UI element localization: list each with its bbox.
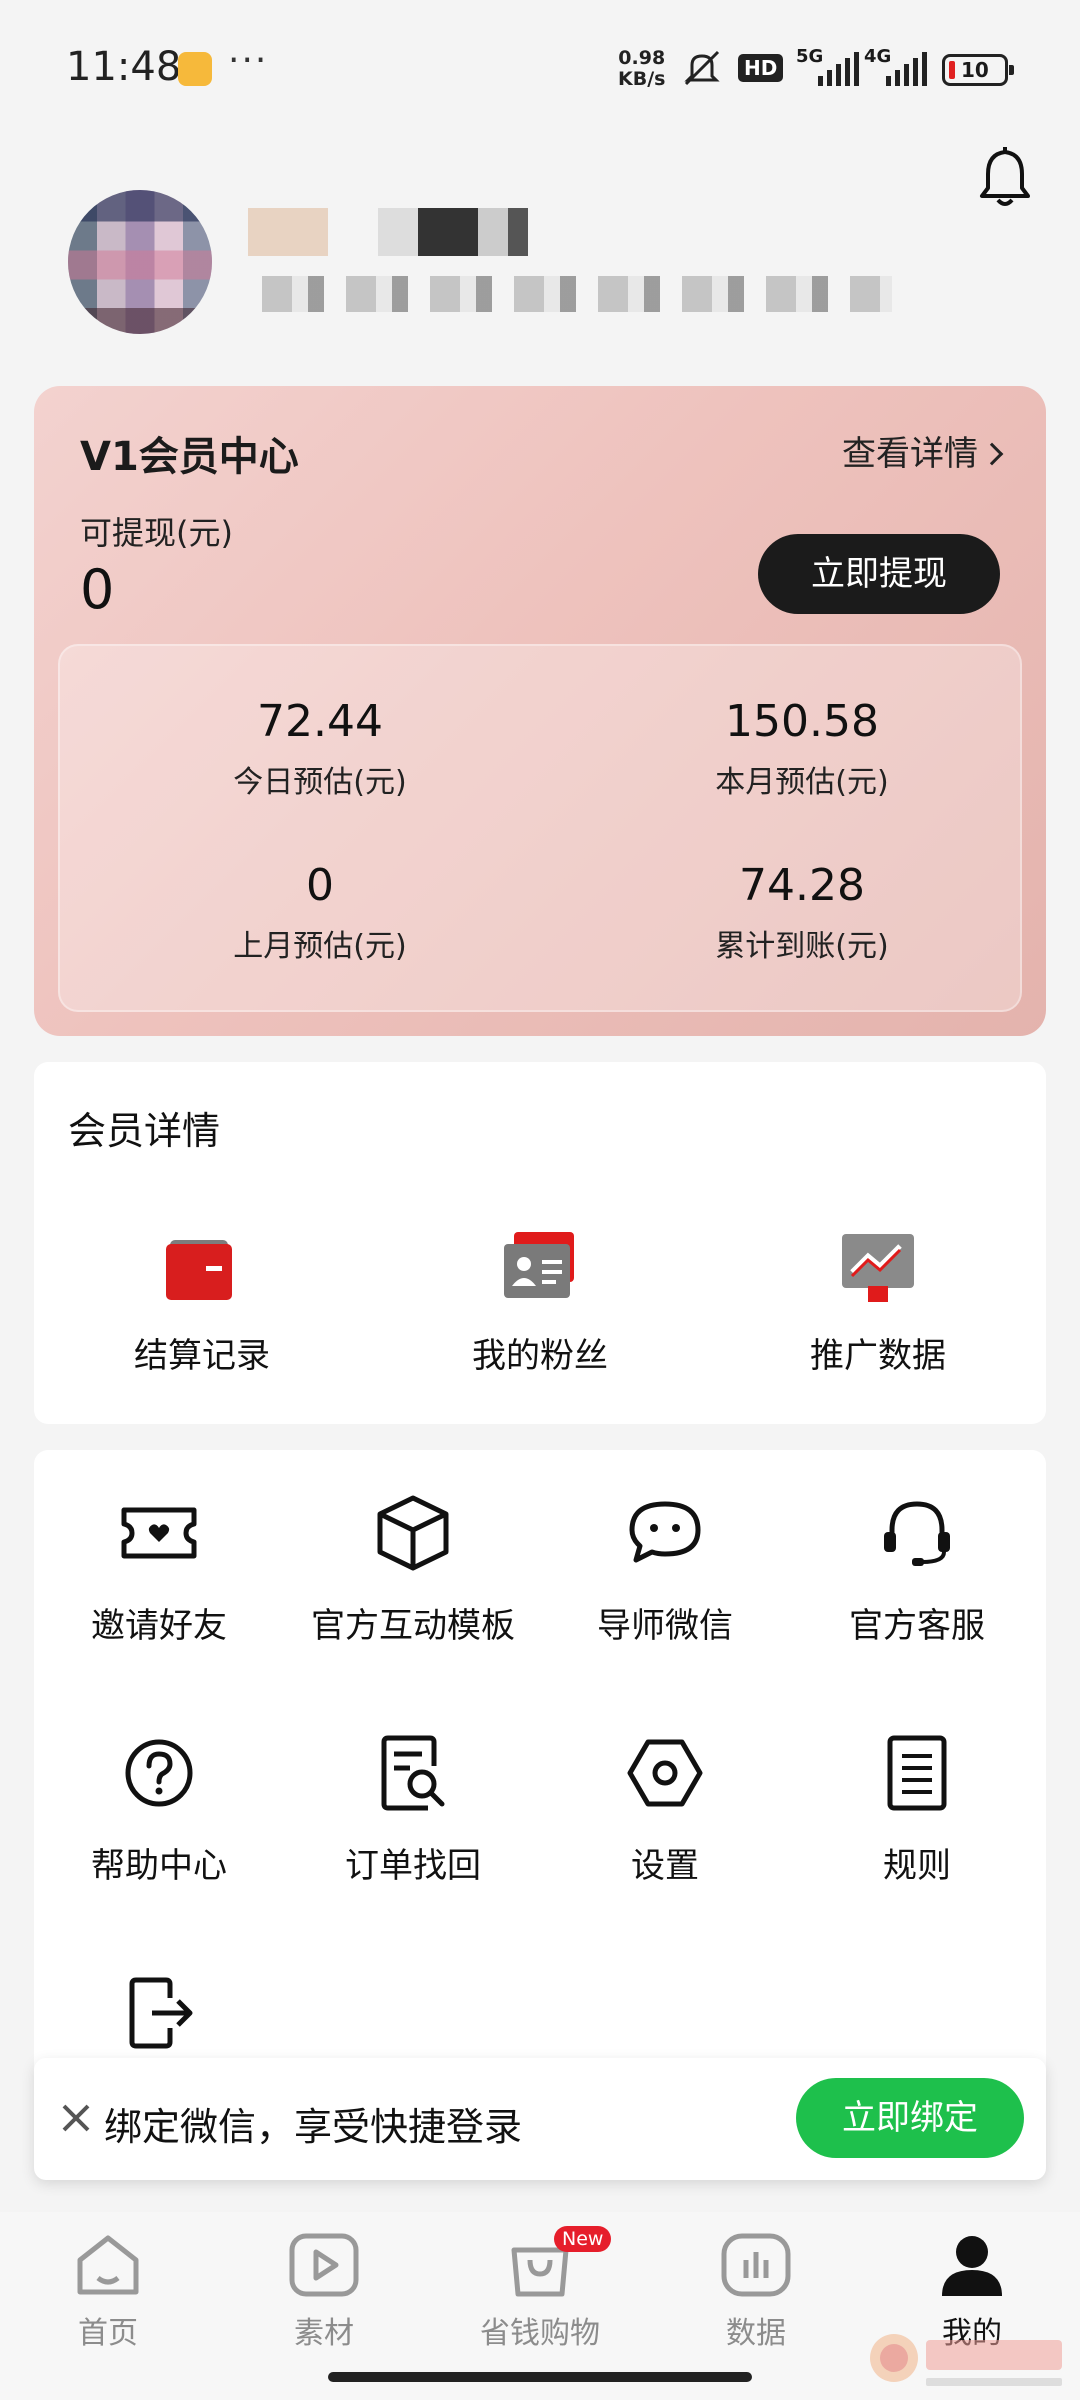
stat-total-received: 74.28 累计到账(元)	[622, 860, 982, 965]
network-speed: 0.98 KB/s	[618, 48, 665, 90]
tools-card: 邀请好友 官方互动模板 导师微信 官方客服 帮助中心 订单找回 设置 规则	[34, 1450, 1046, 2090]
nav-data[interactable]: 数据	[666, 2230, 846, 2352]
settings-label: 设置	[631, 1846, 699, 1886]
withdrawable-label: 可提现(元)	[80, 514, 233, 552]
id-card-icon	[504, 1232, 574, 1298]
stat-value: 0	[306, 860, 334, 911]
customer-service-label: 官方客服	[849, 1606, 985, 1646]
stat-today-estimate: 72.44 今日预估(元)	[140, 696, 500, 801]
stat-value: 74.28	[739, 860, 865, 911]
hd-badge: HD	[738, 54, 784, 82]
profile-name-redacted	[248, 208, 548, 256]
battery-icon: 10	[942, 54, 1014, 86]
wallet-icon	[166, 1240, 232, 1300]
my-fans-label: 我的粉丝	[472, 1336, 608, 1376]
stat-label: 上月预估(元)	[233, 929, 407, 964]
signal-5g-icon: 5G	[796, 46, 872, 88]
stat-label: 今日预估(元)	[233, 765, 407, 800]
promotion-data-label: 推广数据	[810, 1336, 946, 1376]
network-speed-value: 0.98	[618, 47, 666, 69]
chevron-right-icon	[980, 442, 1004, 466]
status-bar: 11:48 ··· 0.98 KB/s HD 5G 4G 10	[0, 0, 1080, 130]
view-details-link[interactable]: 查看详情	[842, 426, 1004, 475]
nav-shopping[interactable]: New 省钱购物	[450, 2226, 630, 2352]
stat-label: 累计到账(元)	[715, 929, 889, 964]
order-retrieval-label: 订单找回	[345, 1846, 481, 1886]
stat-value: 150.58	[725, 696, 879, 747]
member-center-card: V1会员中心 查看详情 可提现(元) 0 立即提现 72.44 今日预估(元) …	[34, 386, 1046, 1036]
bar-chart-icon	[721, 2233, 791, 2297]
user-icon	[942, 2236, 1002, 2296]
trend-chart-icon	[842, 1234, 914, 1302]
question-icon	[125, 1739, 193, 1807]
mentor-wechat-label: 导师微信	[597, 1606, 733, 1646]
nav-shopping-label: 省钱购物	[480, 2316, 600, 2351]
settings-item[interactable]: 设置	[540, 1732, 790, 1887]
stat-value: 72.44	[257, 696, 383, 747]
official-templates-item[interactable]: 官方互动模板	[288, 1492, 538, 1647]
avatar[interactable]	[68, 190, 212, 334]
logout-icon	[129, 1977, 193, 2049]
stat-month-estimate: 150.58 本月预估(元)	[622, 696, 982, 801]
network-speed-unit: KB/s	[618, 68, 666, 90]
my-fans-item[interactable]: 我的粉丝	[410, 1226, 670, 1377]
stat-last-month-estimate: 0 上月预估(元)	[140, 860, 500, 965]
notification-app-icon	[178, 52, 212, 86]
nav-home-label: 首页	[78, 2316, 138, 2351]
play-icon	[289, 2233, 359, 2297]
hexagon-gear-icon	[627, 1739, 703, 1807]
wechat-bind-text: 绑定微信，享受快捷登录	[104, 2105, 523, 2149]
member-details-card: 会员详情 结算记录 我的粉丝 推广数据	[34, 1062, 1046, 1424]
promotion-data-item[interactable]: 推广数据	[748, 1226, 1008, 1377]
profile-id-redacted	[262, 276, 892, 312]
nav-data-label: 数据	[726, 2316, 786, 2351]
invite-friends-label: 邀请好友	[91, 1606, 227, 1646]
view-details-label: 查看详情	[842, 434, 978, 474]
customer-service-item[interactable]: 官方客服	[792, 1492, 1042, 1647]
mute-bell-icon	[684, 50, 720, 86]
new-badge: New	[554, 2226, 612, 2252]
member-center-title: V1会员中心	[80, 434, 299, 480]
help-center-label: 帮助中心	[91, 1846, 227, 1886]
withdrawable-value: 0	[80, 558, 115, 621]
mentor-wechat-item[interactable]: 导师微信	[540, 1492, 790, 1647]
chat-bubble-icon	[629, 1501, 701, 1563]
document-search-icon	[381, 1735, 445, 1811]
member-details-title: 会员详情	[68, 1109, 221, 1153]
watermark-logo	[870, 2334, 1062, 2386]
rules-label: 规则	[883, 1846, 951, 1886]
earnings-stats-panel: 72.44 今日预估(元) 150.58 本月预估(元) 0 上月预估(元) 7…	[58, 644, 1022, 1012]
close-icon[interactable]	[56, 2098, 96, 2138]
home-icon	[77, 2235, 139, 2295]
stat-label: 本月预估(元)	[715, 765, 889, 800]
headset-icon	[884, 1501, 950, 1566]
home-indicator[interactable]	[328, 2372, 752, 2382]
status-time: 11:48	[66, 44, 182, 90]
help-center-item[interactable]: 帮助中心	[34, 1732, 284, 1887]
ticket-heart-icon	[121, 1507, 197, 1559]
signal-4g-icon: 4G	[864, 46, 940, 88]
bind-now-button[interactable]: 立即绑定	[796, 2078, 1024, 2158]
settlement-records-label: 结算记录	[134, 1336, 270, 1376]
wechat-bind-banner: 绑定微信，享受快捷登录 立即绑定	[34, 2058, 1046, 2180]
withdraw-now-button[interactable]: 立即提现	[758, 534, 1000, 614]
bell-icon[interactable]	[976, 146, 1034, 208]
list-document-icon	[887, 1735, 947, 1811]
nav-materials-label: 素材	[294, 2316, 354, 2351]
invite-friends-item[interactable]: 邀请好友	[34, 1492, 284, 1647]
official-templates-label: 官方互动模板	[311, 1606, 515, 1646]
cube-icon	[377, 1495, 449, 1571]
settlement-records-item[interactable]: 结算记录	[72, 1226, 332, 1377]
nav-home[interactable]: 首页	[18, 2230, 198, 2352]
order-retrieval-item[interactable]: 订单找回	[288, 1732, 538, 1887]
more-notifications-icon: ···	[228, 40, 269, 81]
rules-item[interactable]: 规则	[792, 1732, 1042, 1887]
nav-materials[interactable]: 素材	[234, 2230, 414, 2352]
